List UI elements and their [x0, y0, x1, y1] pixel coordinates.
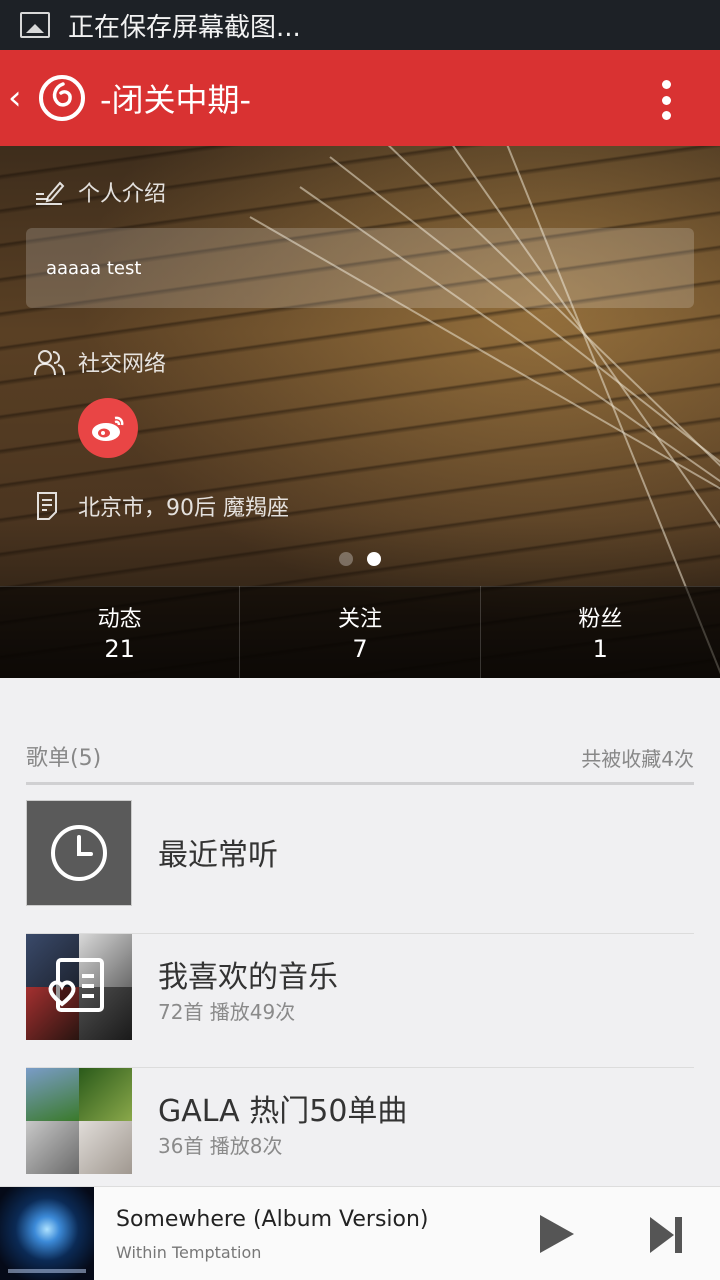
social-section-label: 社交网络 — [32, 346, 166, 378]
document-icon — [37, 492, 57, 520]
stat-followers[interactable]: 粉丝 1 — [481, 586, 720, 678]
stat-posts[interactable]: 动态 21 — [0, 586, 241, 678]
page-title: -闭关中期- — [100, 81, 252, 119]
playlist-item[interactable]: GALA 热门50单曲 36首 播放8次 — [26, 1068, 694, 1202]
playlist-item[interactable]: 我喜欢的音乐 72首 播放49次 — [26, 934, 694, 1068]
page-dot-active — [367, 552, 381, 566]
album-cover — [0, 1187, 94, 1280]
intro-text: aaaaa test — [46, 258, 142, 279]
location-section-label: 北京市，90后 魔羯座 — [32, 490, 289, 522]
playlist-name: GALA 热门50单曲 — [158, 1094, 408, 1129]
next-icon[interactable] — [650, 1217, 682, 1253]
playlist-meta: 36首 播放8次 — [158, 1134, 283, 1158]
collected-count: 共被收藏4次 — [581, 747, 694, 771]
profile-hero: 个人介绍 aaaaa test 社交网络 北京市，90后 魔羯座 动态 21 关… — [0, 146, 720, 678]
weibo-icon[interactable] — [78, 398, 138, 458]
playlist-count: 歌单(5) — [26, 746, 102, 771]
app-header: ‹ -闭关中期- — [0, 50, 720, 146]
mini-player[interactable]: Somewhere (Album Version) Within Temptat… — [0, 1186, 720, 1280]
status-text: 正在保存屏幕截图... — [68, 12, 301, 43]
favorite-list-icon — [48, 958, 104, 1012]
social-label: 社交网络 — [78, 352, 167, 377]
intro-text-box: aaaaa test — [26, 228, 694, 308]
divider — [26, 782, 694, 785]
clock-icon — [51, 825, 107, 881]
playlist-item[interactable]: 最近常听 — [26, 800, 694, 934]
more-options-icon[interactable] — [660, 80, 672, 120]
playlist-section-header: 歌单(5) 共被收藏4次 — [26, 740, 694, 772]
location-text: 北京市，90后 魔羯座 — [78, 496, 289, 521]
stat-following[interactable]: 关注 7 — [240, 586, 481, 678]
screenshot-icon — [20, 12, 50, 38]
playlist-cover — [26, 800, 132, 906]
stats-bar: 动态 21 关注 7 粉丝 1 — [0, 586, 720, 678]
play-icon[interactable] — [540, 1215, 574, 1253]
stat-label: 关注 — [337, 607, 382, 632]
stat-value: 7 — [352, 635, 368, 663]
edit-icon — [36, 181, 65, 205]
stat-label: 动态 — [97, 607, 142, 632]
stat-value: 1 — [592, 635, 608, 663]
playlist-meta: 72首 播放49次 — [158, 1000, 296, 1024]
playlist-name: 最近常听 — [158, 838, 278, 873]
intro-section-label: 个人介绍 — [32, 176, 166, 208]
playlist-name: 我喜欢的音乐 — [158, 960, 338, 995]
artist-name: Within Temptation — [116, 1243, 262, 1262]
stat-value: 21 — [104, 635, 135, 663]
page-dot — [339, 552, 353, 566]
back-icon[interactable]: ‹ — [8, 78, 30, 118]
page-indicator — [0, 552, 720, 566]
status-bar: 正在保存屏幕截图... — [0, 0, 720, 50]
playlist-cover — [26, 1068, 132, 1174]
playlist-cover — [26, 934, 132, 1040]
people-icon — [34, 350, 65, 376]
stat-label: 粉丝 — [578, 607, 623, 632]
song-title: Somewhere (Album Version) — [116, 1207, 429, 1232]
netease-music-logo-icon[interactable] — [38, 74, 86, 122]
intro-label: 个人介绍 — [78, 182, 167, 207]
